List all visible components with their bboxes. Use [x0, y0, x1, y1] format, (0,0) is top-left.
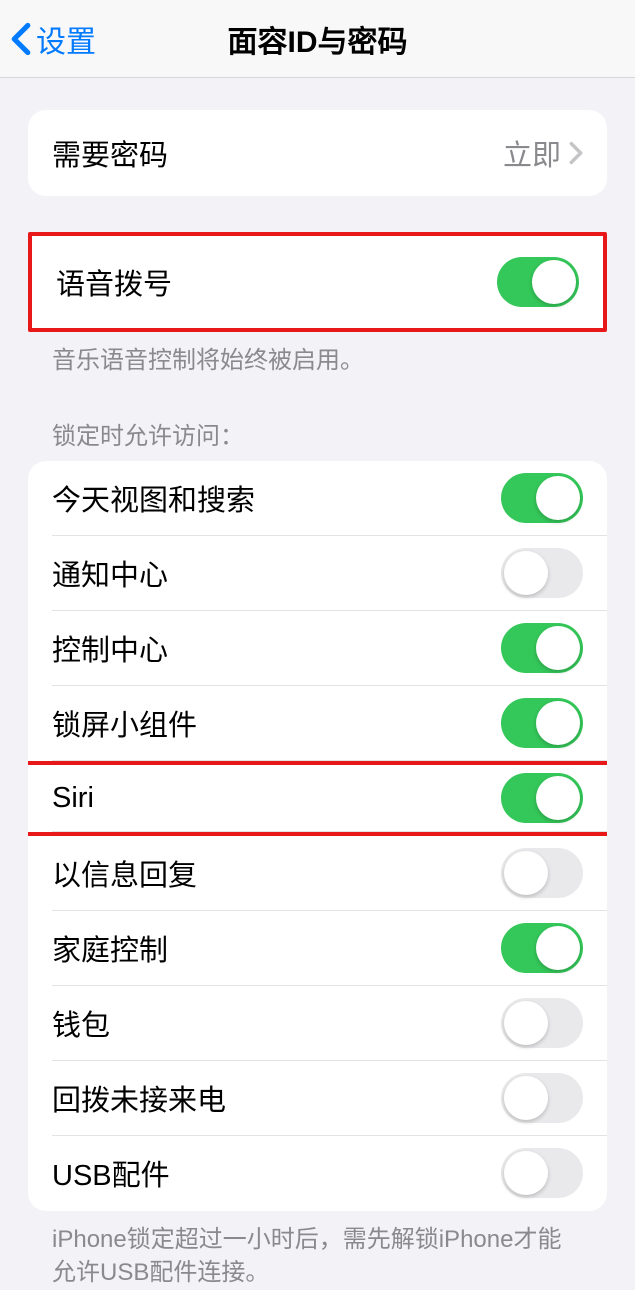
lock-access-toggle[interactable]	[501, 773, 583, 823]
lock-access-toggle[interactable]	[501, 548, 583, 598]
toggle-knob	[536, 701, 580, 745]
toggle-knob	[504, 551, 548, 595]
lock-access-header: 锁定时允许访问：	[0, 378, 635, 461]
lock-access-cell: 钱包	[28, 986, 607, 1061]
lock-access-toggle[interactable]	[501, 923, 583, 973]
toggle-knob	[504, 1001, 548, 1045]
voice-dial-footer: 音乐语音控制将始终被启用。	[0, 332, 635, 378]
lock-access-toggle[interactable]	[501, 473, 583, 523]
voice-dial-group: 语音拨号	[28, 232, 607, 332]
lock-access-label: 家庭控制	[52, 927, 168, 969]
require-passcode-group: 需要密码 立即	[28, 110, 607, 196]
chevron-right-icon	[569, 141, 583, 165]
lock-access-toggle[interactable]	[501, 998, 583, 1048]
lock-access-label: Siri	[52, 782, 94, 815]
lock-access-cell: 锁屏小组件	[28, 686, 607, 761]
lock-access-cell: 家庭控制	[28, 911, 607, 986]
toggle-knob	[504, 1151, 548, 1195]
back-button[interactable]: 设置	[10, 17, 96, 61]
voice-dial-label: 语音拨号	[56, 261, 172, 303]
voice-dial-toggle[interactable]	[497, 257, 579, 307]
lock-access-group: 今天视图和搜索通知中心控制中心锁屏小组件 Siri 以信息回复家庭控制钱包回拨未接来…	[28, 461, 607, 1211]
require-passcode-cell[interactable]: 需要密码 立即	[28, 110, 607, 196]
lock-access-toggle[interactable]	[501, 623, 583, 673]
toggle-knob	[536, 476, 580, 520]
toggle-knob	[504, 1076, 548, 1120]
voice-dial-cell: 语音拨号	[32, 242, 603, 322]
lock-access-label: 控制中心	[52, 627, 168, 669]
lock-access-label: 锁屏小组件	[52, 702, 197, 744]
lock-access-cell: 通知中心	[28, 536, 607, 611]
lock-access-cell: 今天视图和搜索	[28, 461, 607, 536]
navigation-bar: 设置 面容ID与密码	[0, 0, 635, 78]
lock-access-label: USB配件	[52, 1152, 170, 1194]
lock-access-label: 今天视图和搜索	[52, 477, 255, 519]
lock-access-label: 以信息回复	[52, 852, 197, 894]
lock-access-cell: 回拨未接来电	[28, 1061, 607, 1136]
lock-access-label: 钱包	[52, 1002, 110, 1044]
lock-access-label: 回拨未接来电	[52, 1077, 226, 1119]
lock-access-toggle[interactable]	[501, 1073, 583, 1123]
lock-access-cell: 以信息回复	[28, 836, 607, 911]
toggle-knob	[536, 626, 580, 670]
lock-access-toggle[interactable]	[501, 698, 583, 748]
lock-access-toggle[interactable]	[501, 848, 583, 898]
require-passcode-label: 需要密码	[52, 132, 168, 174]
lock-access-cell: USB配件	[28, 1136, 607, 1211]
chevron-left-icon	[10, 22, 32, 56]
toggle-knob	[536, 926, 580, 970]
lock-access-footer: iPhone锁定超过一小时后，需先解锁iPhone才能允许USB配件连接。	[0, 1211, 635, 1290]
lock-access-cell: 控制中心	[28, 611, 607, 686]
toggle-knob	[532, 260, 576, 304]
require-passcode-value: 立即	[503, 132, 561, 174]
toggle-knob	[536, 776, 580, 820]
lock-access-cell: Siri	[28, 761, 607, 836]
page-title: 面容ID与密码	[228, 17, 408, 61]
lock-access-toggle[interactable]	[501, 1148, 583, 1198]
toggle-knob	[504, 851, 548, 895]
back-label: 设置	[36, 17, 96, 61]
lock-access-label: 通知中心	[52, 552, 168, 594]
